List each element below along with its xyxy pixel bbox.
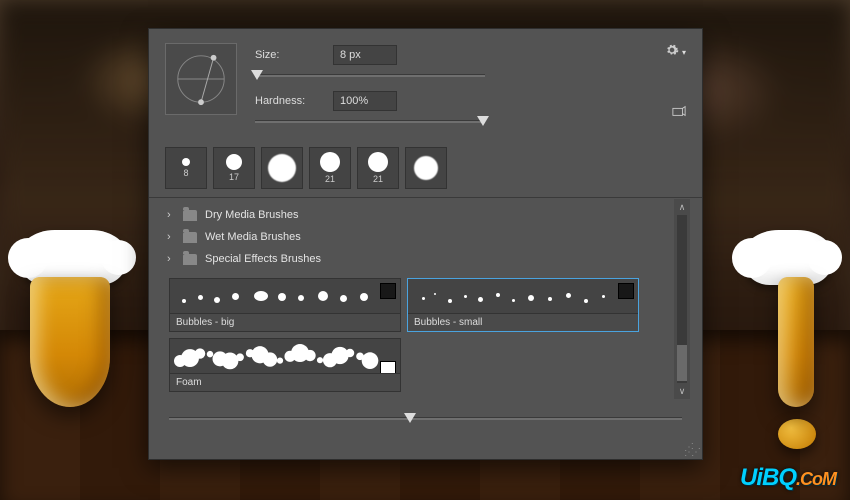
brush-preset-row: 817 2121 <box>149 139 702 198</box>
background-beer-letter-p <box>18 230 128 407</box>
folder-icon <box>183 254 197 265</box>
brush-angle-control[interactable] <box>165 43 237 115</box>
brush-tile[interactable]: ✎Bubbles - big <box>169 278 401 332</box>
chevron-right-icon: › <box>167 209 175 221</box>
background-beer-exclaim <box>742 230 834 449</box>
brush-label: Bubbles - big <box>170 313 400 331</box>
brush-label: Foam <box>170 373 400 391</box>
watermark: UiBQ.CoM <box>740 464 836 492</box>
brush-tile[interactable]: Foam <box>169 338 401 392</box>
brush-settings-panel: Size: 8 px Hardness: 100% ▾ 817 2121 › Dry… <box>148 28 703 460</box>
brush-tip-thumbnail <box>618 283 634 299</box>
brush-folder[interactable]: › Wet Media Brushes <box>161 226 690 248</box>
size-input[interactable]: 8 px <box>333 45 397 65</box>
brush-preset[interactable]: 21 <box>309 147 351 189</box>
folder-icon <box>183 232 197 243</box>
folder-label: Special Effects Brushes <box>205 253 321 265</box>
hardness-slider[interactable] <box>255 115 485 129</box>
folder-label: Wet Media Brushes <box>205 231 301 243</box>
new-preset-icon[interactable] <box>672 105 686 120</box>
brush-tip-thumbnail <box>380 283 396 299</box>
brush-preset[interactable]: 17 <box>213 147 255 189</box>
gear-icon[interactable]: ▾ <box>665 43 686 60</box>
brush-preset[interactable] <box>261 147 303 189</box>
brush-preset[interactable] <box>405 147 447 189</box>
brush-tip-thumbnail <box>380 361 396 373</box>
hardness-input[interactable]: 100% <box>333 91 397 111</box>
brush-tile[interactable]: ✎Bubbles - small <box>407 278 639 332</box>
brush-preset[interactable]: 8 <box>165 147 207 189</box>
chevron-right-icon: › <box>167 231 175 243</box>
brush-folder[interactable]: › Dry Media Brushes <box>161 204 690 226</box>
chevron-right-icon: › <box>167 253 175 265</box>
scroll-up-icon[interactable]: ∧ <box>674 199 690 215</box>
scroll-down-icon[interactable]: ∨ <box>674 383 690 399</box>
folder-icon <box>183 210 197 221</box>
preview-size-slider[interactable] <box>169 412 682 426</box>
hardness-label: Hardness: <box>255 95 319 107</box>
size-label: Size: <box>255 49 319 61</box>
folder-label: Dry Media Brushes <box>205 209 299 221</box>
resize-grip-icon[interactable]: ⋰⋰⋰ <box>684 445 698 455</box>
scrollbar[interactable]: ∧ ∨ <box>674 199 690 399</box>
brush-folder[interactable]: › Special Effects Brushes <box>161 248 690 270</box>
brush-preset[interactable]: 21 <box>357 147 399 189</box>
size-slider[interactable] <box>255 69 485 83</box>
brush-label: Bubbles - small <box>408 313 638 331</box>
